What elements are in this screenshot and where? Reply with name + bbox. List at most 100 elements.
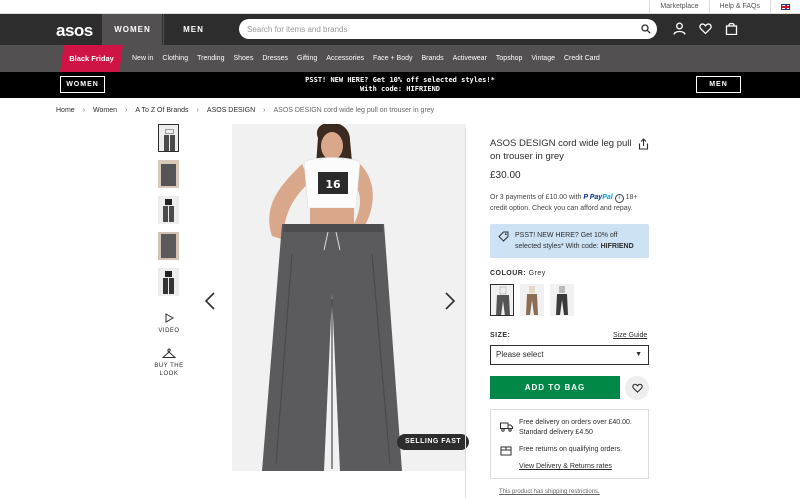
promo-men-button[interactable]: MEN (696, 76, 741, 93)
nav-dresses[interactable]: Dresses (262, 55, 288, 62)
thumbnail-5[interactable] (158, 268, 179, 296)
account-icon[interactable] (673, 22, 686, 35)
colour-label: COLOUR: Grey (490, 270, 546, 277)
share-button[interactable] (638, 137, 649, 155)
product-details: ASOS DESIGN cord wide leg pull on trouse… (490, 137, 650, 163)
thumbnail-3[interactable] (158, 196, 179, 224)
breadcrumb-women[interactable]: Women (93, 107, 117, 114)
utility-bar: Marketplace Help & FAQs (0, 0, 800, 14)
thumbnail-4[interactable] (158, 232, 179, 260)
paypal-logo-a: Pay (589, 194, 603, 201)
nav-shoes[interactable]: Shoes (233, 55, 253, 62)
buy-the-look-label-1: BUY THE (154, 363, 184, 369)
nav-clothing[interactable]: Clothing (162, 55, 188, 62)
thumbnail-list (158, 124, 180, 304)
tag-icon (498, 231, 509, 242)
nav-vintage[interactable]: Vintage (531, 55, 555, 62)
svg-text:16: 16 (325, 178, 341, 191)
truck-icon (500, 422, 513, 432)
delivery-rates-link[interactable]: View Delivery & Returns rates (519, 462, 612, 472)
promo-box-line-2: selected styles* With code: (515, 243, 599, 250)
country-selector[interactable] (770, 0, 800, 14)
video-button[interactable]: VIDEO (154, 313, 184, 334)
breadcrumb-separator: › (263, 107, 266, 114)
promo-banner: WOMEN PSST! NEW HERE? Get 10% off select… (0, 72, 800, 98)
bag-icon[interactable] (725, 22, 738, 35)
paypal-logo: P PayPal (583, 194, 613, 201)
nav-face-body[interactable]: Face + Body (373, 55, 413, 62)
nav-credit-card[interactable]: Credit Card (564, 55, 600, 62)
category-nav: Black Friday New in Clothing Trending Sh… (0, 45, 800, 72)
nav-new-in[interactable]: New in (132, 55, 153, 62)
top-header: asos WOMEN MEN (0, 14, 800, 45)
add-to-bag-button[interactable]: ADD TO BAG (490, 376, 620, 399)
nav-topshop[interactable]: Topshop (496, 55, 522, 62)
tab-men[interactable]: MEN (163, 14, 223, 45)
returns-icon (500, 446, 512, 456)
thumbnail-1[interactable] (158, 124, 179, 152)
marketplace-link[interactable]: Marketplace (649, 0, 708, 14)
tab-women[interactable]: WOMEN (102, 14, 162, 45)
chevron-down-icon: ▼ (635, 351, 642, 358)
play-icon (165, 313, 174, 323)
video-label: VIDEO (158, 328, 180, 334)
promo-box-code: HIFRIEND (600, 243, 634, 250)
delivery-line-2: Standard delivery £4.50 (519, 429, 593, 436)
size-label: SIZE: (490, 332, 511, 339)
divider (465, 128, 466, 498)
swatch-black[interactable] (550, 284, 574, 316)
uk-flag-icon (781, 4, 790, 10)
asos-logo[interactable]: asos (56, 21, 93, 41)
product-title: ASOS DESIGN cord wide leg pull on trouse… (490, 138, 632, 162)
thumbnail-2[interactable] (158, 160, 179, 188)
search-input[interactable] (239, 19, 629, 40)
selling-fast-badge: SELLING FAST (397, 434, 470, 450)
colour-swatches (490, 284, 574, 316)
black-friday-link[interactable]: Black Friday (60, 45, 123, 72)
nav-brands[interactable]: Brands (421, 55, 443, 62)
hanger-icon (161, 348, 177, 358)
swatch-brown[interactable] (520, 284, 544, 316)
nav-trending[interactable]: Trending (197, 55, 224, 62)
help-link[interactable]: Help & FAQs (708, 0, 770, 14)
info-icon[interactable]: i (614, 194, 624, 203)
swatch-black-image (556, 286, 568, 315)
size-guide-link[interactable]: Size Guide (613, 332, 647, 339)
payment-info: Or 3 payments of £10.00 with P PayPal i … (490, 192, 650, 214)
chevron-left-icon (204, 292, 215, 310)
size-select-value: Please select (496, 350, 544, 359)
buy-the-look-button[interactable]: BUY THE LOOK (150, 348, 188, 378)
breadcrumb-separator: › (125, 107, 128, 114)
breadcrumb-separator: › (196, 107, 199, 114)
paypal-logo-b: Pal (602, 194, 613, 201)
nav-gifting[interactable]: Gifting (297, 55, 317, 62)
returns-line: Free returns on qualifying orders. (519, 446, 623, 453)
promo-box-line-1: PSST! NEW HERE? Get 10% off (515, 232, 618, 239)
promo-code-box: PSST! NEW HERE? Get 10% off selected sty… (490, 224, 649, 258)
promo-line-1: PSST! NEW HERE? Get 10% off selected sty… (305, 76, 495, 84)
search-bar (239, 19, 657, 40)
product-photo: 16 (232, 124, 466, 471)
breadcrumb-brands[interactable]: A To Z Of Brands (135, 107, 188, 114)
breadcrumb-current: ASOS DESIGN cord wide leg pull on trouse… (273, 107, 435, 114)
colour-value: Grey (528, 270, 546, 277)
promo-text: PSST! NEW HERE? Get 10% off selected sty… (0, 76, 800, 94)
next-image-button[interactable] (444, 292, 456, 316)
nav-accessories[interactable]: Accessories (326, 55, 364, 62)
search-icon[interactable] (641, 24, 651, 34)
heart-icon (631, 383, 643, 393)
breadcrumb-asos-design[interactable]: ASOS DESIGN (207, 107, 255, 114)
buy-the-look-label-2: LOOK (159, 371, 179, 377)
heart-icon[interactable] (699, 22, 712, 35)
nav-activewear[interactable]: Activewear (453, 55, 487, 62)
breadcrumb-home[interactable]: Home (56, 107, 75, 114)
swatch-grey[interactable] (490, 284, 514, 316)
breadcrumb: Home › Women › A To Z Of Brands › ASOS D… (56, 107, 434, 114)
product-main-image[interactable]: 16 (232, 124, 466, 471)
size-select[interactable]: Please select ▼ (490, 345, 649, 365)
shipping-restrictions-link[interactable]: This product has shipping restrictions. (499, 489, 600, 495)
save-for-later-button[interactable] (625, 376, 649, 400)
swatch-brown-image (526, 286, 538, 315)
prev-image-button[interactable] (204, 292, 216, 316)
breadcrumb-separator: › (82, 107, 86, 114)
